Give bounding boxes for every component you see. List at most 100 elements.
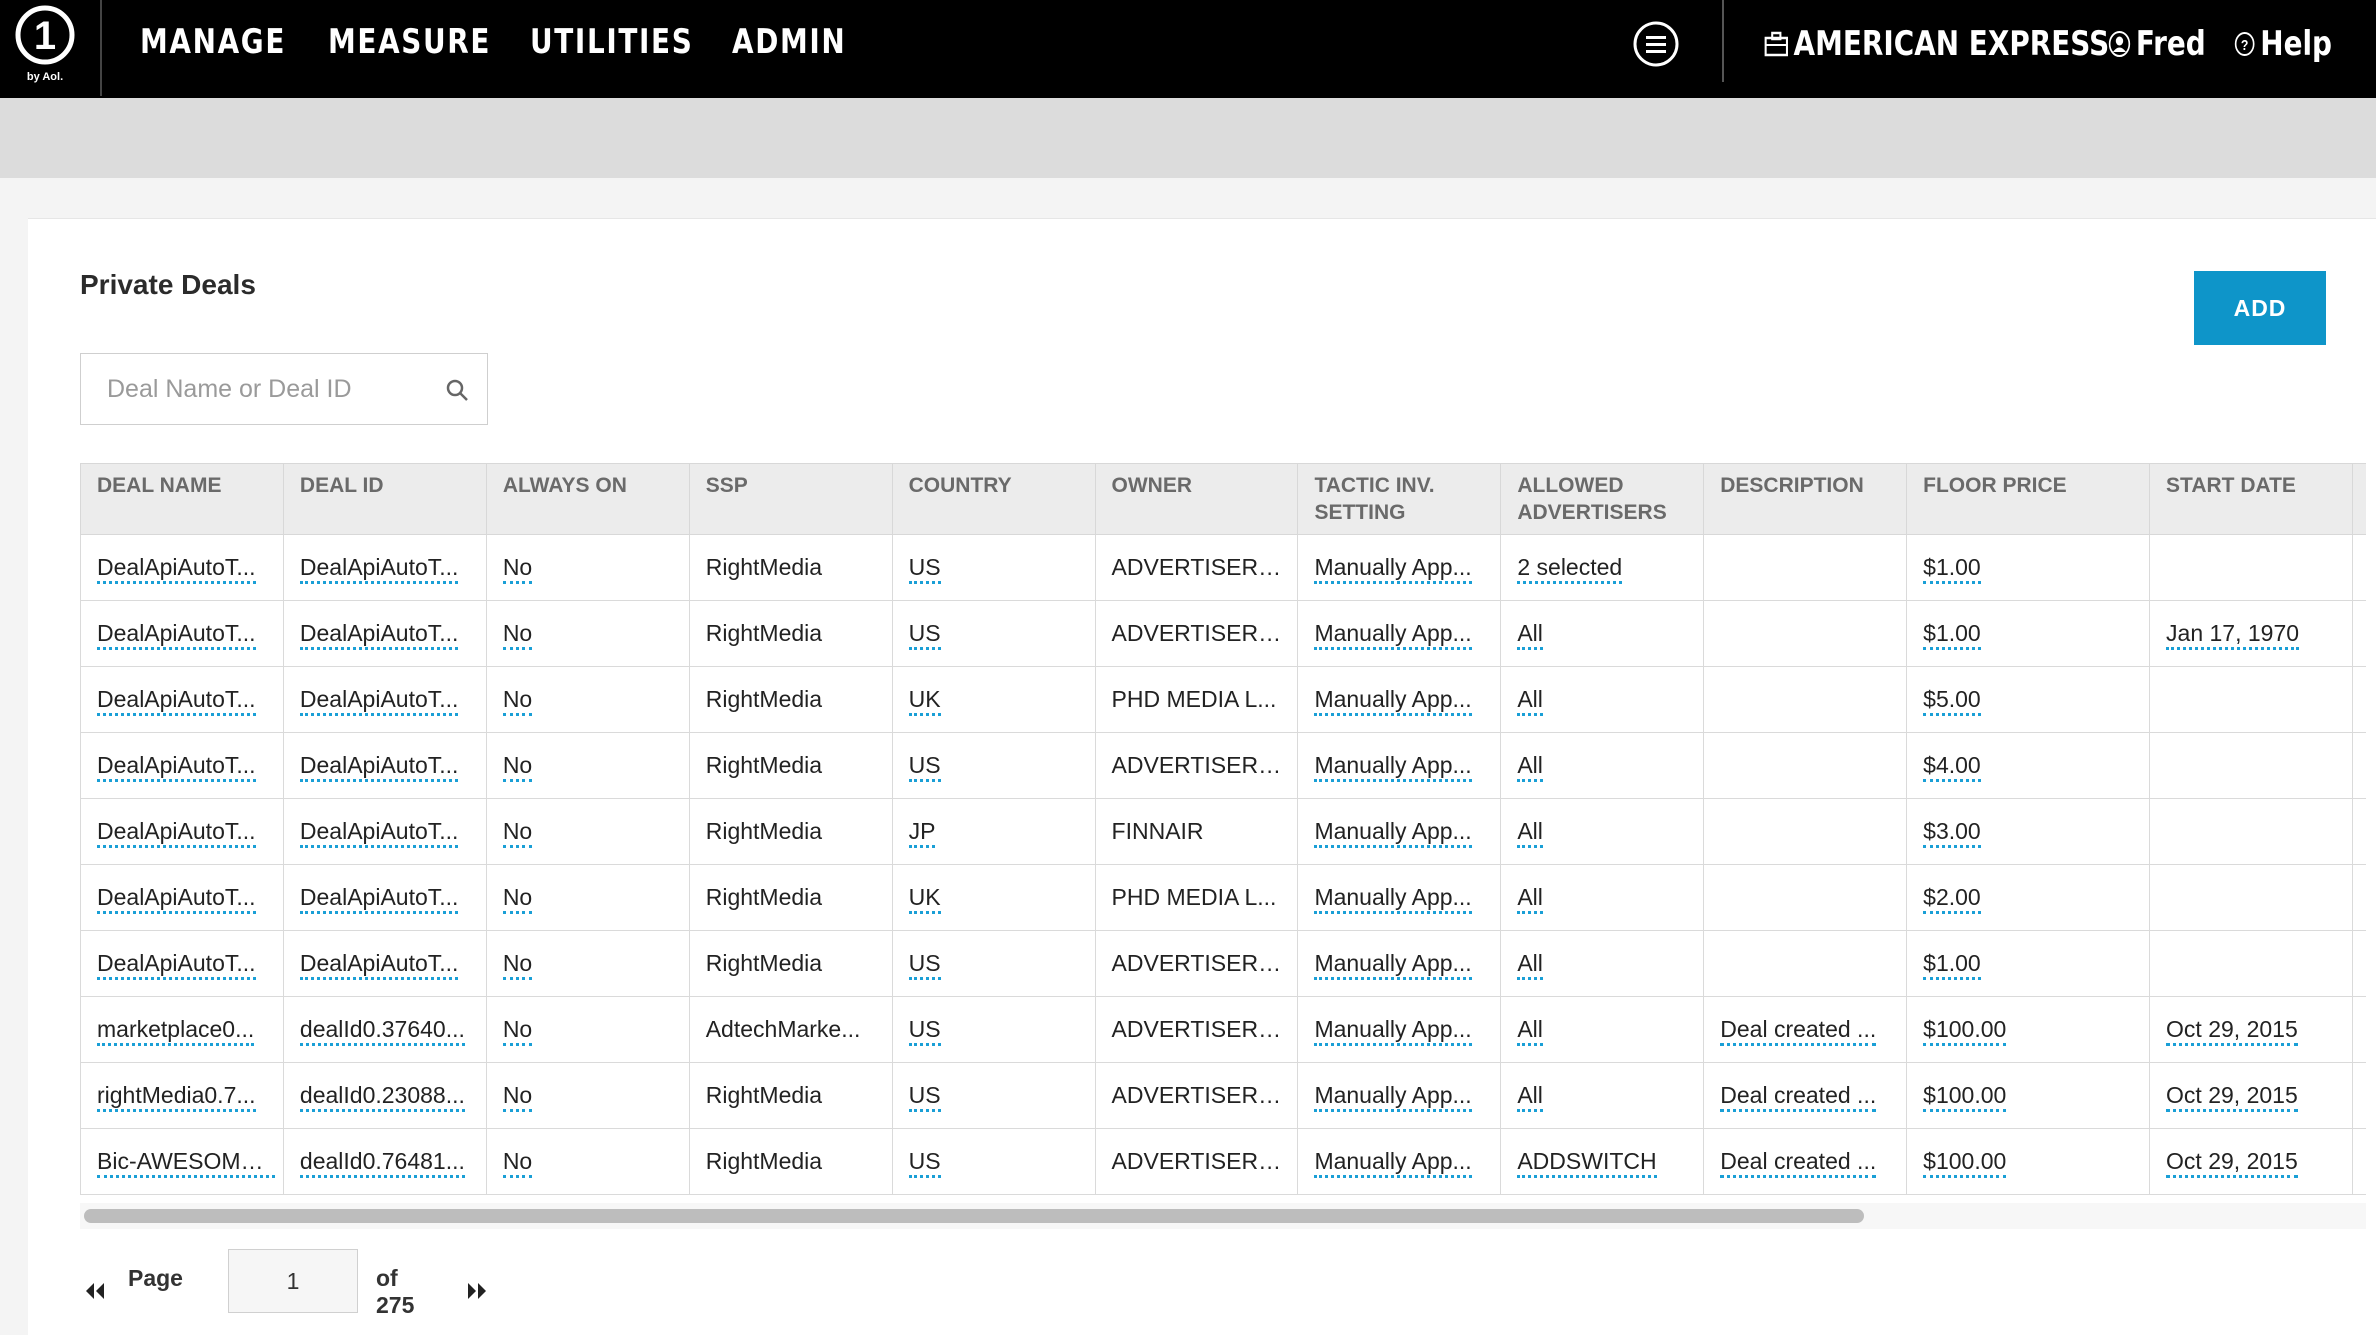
table-row[interactable]: DealApiAutoT... DealApiAutoT... No RightMed…	[80, 600, 2366, 667]
deal-name-value[interactable]: DealApiAutoT...	[97, 686, 256, 716]
search-icon[interactable]	[445, 378, 469, 402]
deal-name-value[interactable]: DealApiAutoT...	[97, 950, 256, 980]
start-date-value[interactable]: Oct 29, 2015	[2166, 1016, 2298, 1046]
deal-name-value[interactable]: rightMedia0.7...	[97, 1082, 256, 1112]
tactic-inv-setting-value[interactable]: Manually App...	[1314, 554, 1472, 584]
always-on-value[interactable]: No	[502, 818, 533, 848]
deal-name-value[interactable]: Bic-AWESOME...	[97, 1148, 276, 1178]
allowed-advertisers-value[interactable]: All	[1517, 1082, 1543, 1112]
always-on-value[interactable]: No	[502, 752, 533, 782]
allowed-advertisers-value[interactable]: All	[1517, 1016, 1543, 1046]
table-row[interactable]: marketplace0... dealId0.37640... No AdtechM…	[80, 996, 2366, 1063]
deal-id-value[interactable]: DealApiAutoT...	[299, 686, 459, 716]
allowed-advertisers-value[interactable]: ADDSWITCH	[1517, 1148, 1657, 1178]
always-on-value[interactable]: No	[502, 620, 533, 650]
country-value[interactable]: US	[908, 620, 941, 650]
country-value[interactable]: JP	[908, 818, 936, 848]
tactic-inv-setting-value[interactable]: Manually App...	[1314, 1148, 1472, 1178]
deal-id-value[interactable]: DealApiAutoT...	[299, 554, 459, 584]
floor-price-value[interactable]: $100.00	[1923, 1148, 2007, 1178]
hamburger-menu-icon[interactable]	[1632, 20, 1680, 68]
column-header-always-on[interactable]: ALWAYS ON	[485, 463, 690, 535]
tactic-inv-setting-value[interactable]: Manually App...	[1314, 884, 1472, 914]
page-number-input[interactable]	[228, 1249, 358, 1313]
tactic-inv-setting-value[interactable]: Manually App...	[1314, 950, 1472, 980]
description-value[interactable]: Deal created ...	[1720, 1148, 1877, 1178]
floor-price-value[interactable]: $2.00	[1923, 884, 1981, 914]
horizontal-scrollbar-thumb[interactable]	[84, 1209, 1864, 1223]
always-on-value[interactable]: No	[502, 884, 533, 914]
start-date-value[interactable]: Oct 29, 2015	[2166, 1082, 2298, 1112]
floor-price-value[interactable]: $3.00	[1923, 818, 1981, 848]
account-switcher[interactable]: AMERICAN EXPRESS	[1764, 24, 2109, 64]
deal-name-value[interactable]: DealApiAutoT...	[97, 620, 256, 650]
column-header-ssp[interactable]: SSP	[688, 463, 893, 535]
description-value[interactable]: Deal created ...	[1720, 1082, 1877, 1112]
floor-price-value[interactable]: $1.00	[1923, 554, 1981, 584]
column-header-owner[interactable]: OWNER	[1094, 463, 1299, 535]
floor-price-value[interactable]: $1.00	[1923, 950, 1981, 980]
country-value[interactable]: UK	[908, 686, 941, 716]
table-row[interactable]: DealApiAutoT... DealApiAutoT... No RightMed…	[80, 930, 2366, 997]
always-on-value[interactable]: No	[502, 686, 533, 716]
column-header-deal-name[interactable]: DEAL NAME	[80, 463, 284, 535]
column-header-floor-price[interactable]: FLOOR PRICE	[1906, 463, 2151, 535]
user-menu[interactable]: Fred	[2108, 24, 2206, 64]
country-value[interactable]: US	[908, 554, 941, 584]
column-header-start-date[interactable]: START DATE	[2149, 463, 2353, 535]
column-header-description[interactable]: DESCRIPTION	[1703, 463, 1908, 535]
country-value[interactable]: US	[908, 1016, 941, 1046]
deal-name-value[interactable]: DealApiAutoT...	[97, 752, 256, 782]
nav-manage[interactable]: MANAGE	[140, 22, 286, 62]
table-row[interactable]: DealApiAutoT... DealApiAutoT... No RightMed…	[80, 864, 2366, 931]
floor-price-value[interactable]: $100.00	[1923, 1016, 2007, 1046]
always-on-value[interactable]: No	[502, 1016, 533, 1046]
tactic-inv-setting-value[interactable]: Manually App...	[1314, 1016, 1472, 1046]
deal-name-value[interactable]: DealApiAutoT...	[97, 554, 256, 584]
nav-measure[interactable]: MEASURE	[328, 22, 491, 62]
add-button[interactable]: ADD	[2194, 271, 2326, 345]
floor-price-value[interactable]: $5.00	[1923, 686, 1981, 716]
table-row[interactable]: Bic-AWESOME... dealId0.76481... No RightMed…	[80, 1128, 2366, 1195]
allowed-advertisers-value[interactable]: 2 selected	[1517, 554, 1623, 584]
tactic-inv-setting-value[interactable]: Manually App...	[1314, 752, 1472, 782]
tactic-inv-setting-value[interactable]: Manually App...	[1314, 620, 1472, 650]
floor-price-value[interactable]: $1.00	[1923, 620, 1981, 650]
start-date-value[interactable]: Oct 29, 2015	[2166, 1148, 2298, 1178]
always-on-value[interactable]: No	[502, 950, 533, 980]
deal-id-value[interactable]: dealId0.23088...	[299, 1082, 465, 1112]
search-input[interactable]	[81, 354, 431, 424]
allowed-advertisers-value[interactable]: All	[1517, 818, 1543, 848]
deal-name-value[interactable]: DealApiAutoT...	[97, 818, 256, 848]
deal-name-value[interactable]: DealApiAutoT...	[97, 884, 256, 914]
description-value[interactable]: Deal created ...	[1720, 1016, 1877, 1046]
help-link[interactable]: ? Help	[2234, 24, 2332, 64]
start-date-value[interactable]: Jan 17, 1970	[2166, 620, 2300, 650]
deal-name-value[interactable]: marketplace0...	[97, 1016, 255, 1046]
deal-id-value[interactable]: dealId0.37640...	[299, 1016, 465, 1046]
allowed-advertisers-value[interactable]: All	[1517, 620, 1543, 650]
deal-id-value[interactable]: DealApiAutoT...	[299, 752, 459, 782]
deal-id-value[interactable]: DealApiAutoT...	[299, 620, 459, 650]
country-value[interactable]: US	[908, 1082, 941, 1112]
tactic-inv-setting-value[interactable]: Manually App...	[1314, 818, 1472, 848]
deal-id-value[interactable]: dealId0.76481...	[299, 1148, 465, 1178]
nav-utilities[interactable]: UTILITIES	[530, 22, 693, 62]
floor-price-value[interactable]: $100.00	[1923, 1082, 2007, 1112]
always-on-value[interactable]: No	[502, 1148, 533, 1178]
table-row[interactable]: rightMedia0.7... dealId0.23088... No RightM…	[80, 1062, 2366, 1129]
one-by-aol-logo[interactable]: 1 by Aol.	[14, 4, 76, 84]
country-value[interactable]: UK	[908, 884, 941, 914]
allowed-advertisers-value[interactable]: All	[1517, 686, 1543, 716]
country-value[interactable]: US	[908, 752, 941, 782]
column-header-country[interactable]: COUNTRY	[891, 463, 1096, 535]
floor-price-value[interactable]: $4.00	[1923, 752, 1981, 782]
table-row[interactable]: DealApiAutoT... DealApiAutoT... No RightMed…	[80, 666, 2366, 733]
deal-id-value[interactable]: DealApiAutoT...	[299, 818, 459, 848]
table-row[interactable]: DealApiAutoT... DealApiAutoT... No RightMed…	[80, 534, 2366, 601]
always-on-value[interactable]: No	[502, 554, 533, 584]
first-page-icon[interactable]	[80, 1279, 110, 1303]
tactic-inv-setting-value[interactable]: Manually App...	[1314, 1082, 1472, 1112]
deal-id-value[interactable]: DealApiAutoT...	[299, 884, 459, 914]
allowed-advertisers-value[interactable]: All	[1517, 752, 1543, 782]
